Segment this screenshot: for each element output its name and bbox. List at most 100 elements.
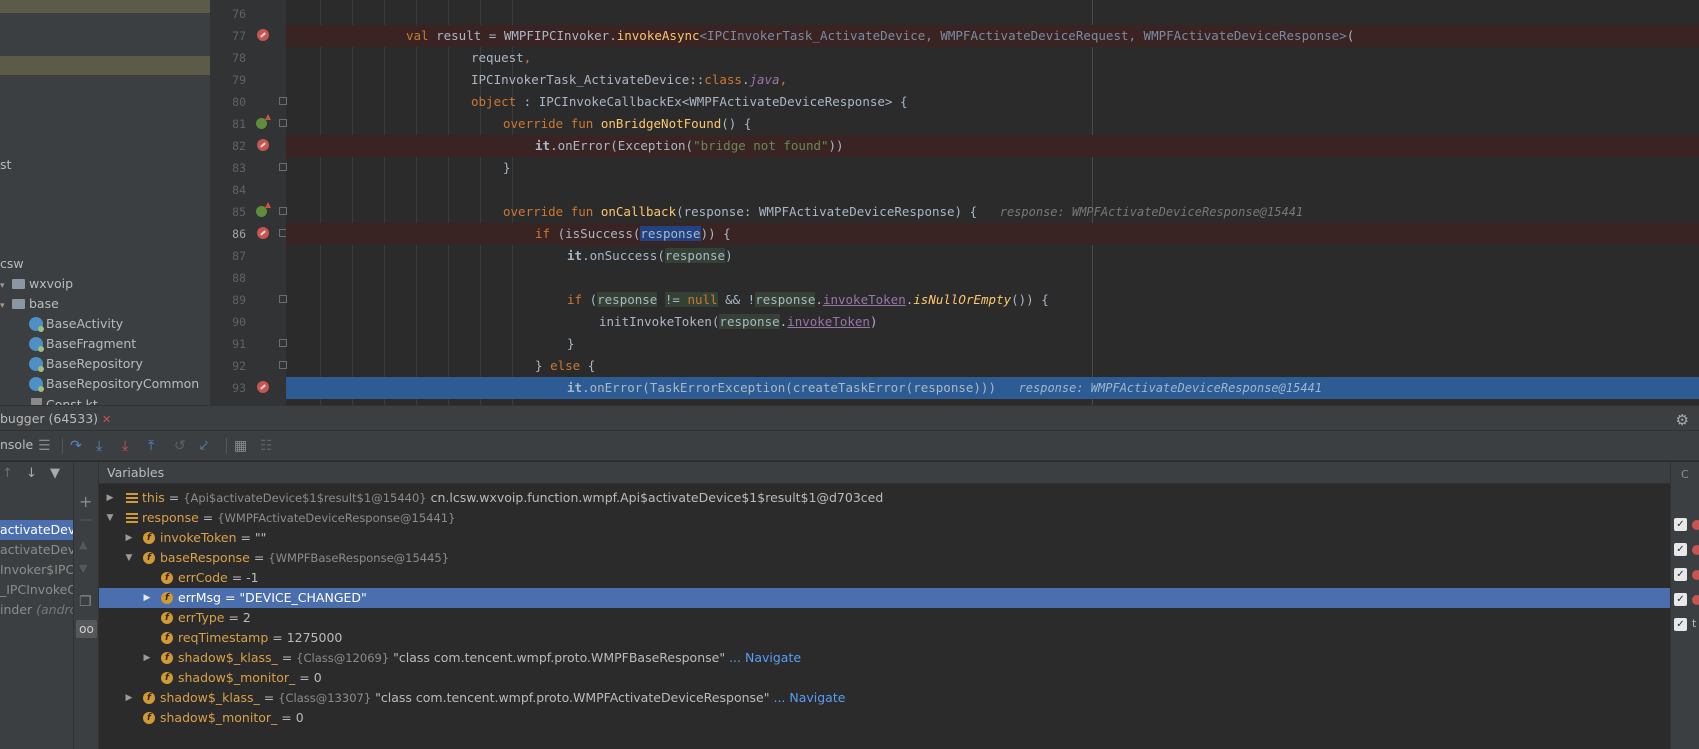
code-line[interactable]: override fun onCallback(response: WMPFAc… <box>286 201 1699 223</box>
code-line[interactable]: IPCInvokerTask_ActivateDevice::class.jav… <box>286 69 1699 91</box>
frame-item[interactable]: Invoker$IPC <box>0 560 73 580</box>
code-line[interactable]: it.onError(Exception("bridge not found")… <box>286 135 1699 157</box>
tree-item[interactable]: BaseFragment <box>29 334 136 354</box>
run-to-cursor-icon[interactable]: ⤦ <box>200 438 208 454</box>
variable-row[interactable]: ▶ f invokeToken = "" <box>99 528 1670 548</box>
chevron-right-icon[interactable]: ▶ <box>124 528 134 548</box>
breakpoint-checkbox[interactable]: ✓ <box>1674 518 1687 531</box>
breakpoint-checkbox[interactable]: ✓ <box>1674 568 1687 581</box>
watch-header: C <box>1681 468 1689 481</box>
navigate-link[interactable]: ... Navigate <box>773 690 845 705</box>
editor-gutter[interactable]: 76 77 78 79 80 81 82 83 84 85 86 87 88 8… <box>220 0 287 405</box>
glasses-icon[interactable]: oo <box>76 620 97 638</box>
breakpoint-checkbox[interactable]: ✓ <box>1674 543 1687 556</box>
tree-item[interactable]: ▾ base <box>0 294 59 314</box>
tree-item[interactable]: BaseActivity <box>29 314 123 334</box>
override-icon[interactable] <box>256 114 271 129</box>
tree-item[interactable]: Const.kt <box>31 395 98 405</box>
variable-row[interactable]: f shadow$_monitor_ = 0 <box>99 708 1670 728</box>
add-watch-icon[interactable]: + <box>79 492 92 511</box>
code-line[interactable]: initInvokeToken(response.invokeToken) <box>286 311 1699 333</box>
kotlin-class-icon <box>29 337 44 352</box>
close-icon[interactable]: ✕ <box>102 413 111 426</box>
arrow-up-icon[interactable]: ↑ <box>2 466 13 481</box>
frame-item[interactable]: inder (andro <box>0 600 73 620</box>
code-line[interactable]: if (isSuccess(response)) { <box>286 223 1699 245</box>
force-step-into-icon[interactable]: ⤓ <box>122 438 128 454</box>
panel-divider[interactable] <box>210 0 220 405</box>
line-number: 81 <box>232 117 246 131</box>
breakpoint-icon <box>1692 520 1699 530</box>
variable-row[interactable]: f errCode = -1 <box>99 568 1670 588</box>
code-line[interactable]: } else { <box>286 355 1699 377</box>
chevron-down-icon[interactable]: ▼ <box>124 548 134 568</box>
tree-item[interactable]: st <box>0 155 11 175</box>
chevron-right-icon[interactable]: ▶ <box>105 488 115 508</box>
drop-frame-icon[interactable]: ↺ <box>174 438 186 454</box>
code-editor[interactable]: 76 77 78 79 80 81 82 83 84 85 86 87 88 8… <box>220 0 1699 405</box>
breakpoint-checkbox[interactable]: ✓ <box>1674 618 1687 631</box>
variable-row[interactable]: f shadow$_monitor_ = 0 <box>99 668 1670 688</box>
show-execution-point-icon[interactable]: ☰ <box>38 438 51 454</box>
chevron-down-icon[interactable]: ▾ <box>0 276 10 296</box>
step-over-icon[interactable]: ↷ <box>70 438 82 454</box>
chevron-down-icon[interactable]: ▼ <box>105 508 115 528</box>
gear-icon[interactable]: ⚙ <box>1676 411 1689 429</box>
move-up-icon[interactable]: ▲ <box>79 538 87 551</box>
tree-item[interactable]: BaseRepository <box>29 354 143 374</box>
tree-item[interactable]: BaseRepositoryCommon <box>29 374 199 394</box>
chevron-right-icon[interactable]: ▶ <box>142 588 152 608</box>
chevron-right-icon[interactable]: ▶ <box>124 688 134 708</box>
code-line[interactable]: } <box>286 333 1699 355</box>
variable-row[interactable]: ▼ f baseResponse = {WMPFBaseResponse@154… <box>99 548 1670 568</box>
breakpoints-strip: C ✓ ✓ ✓ ✓ ✓ t <box>1670 462 1699 749</box>
field-icon: f <box>143 552 155 564</box>
code-line[interactable] <box>286 3 1699 25</box>
move-down-icon[interactable]: ▼ <box>79 562 87 575</box>
code-line[interactable] <box>286 267 1699 289</box>
frame-item[interactable]: _IPCInvokeC <box>0 580 73 600</box>
line-number: 90 <box>232 315 246 329</box>
filter-icon[interactable]: ▼ <box>50 466 60 481</box>
code-line[interactable]: } <box>286 157 1699 179</box>
step-into-icon[interactable]: ⤓ <box>96 438 102 454</box>
duplicate-watch-icon[interactable]: ❐ <box>79 594 92 610</box>
tree-item[interactable]: csw <box>0 254 24 274</box>
code-line[interactable]: object : IPCInvokeCallbackEx<WMPFActivat… <box>286 91 1699 113</box>
code-line[interactable]: it.onSuccess(response) <box>286 245 1699 267</box>
breakpoint-icon[interactable] <box>257 227 269 239</box>
override-icon[interactable] <box>256 202 271 217</box>
remove-watch-icon[interactable]: — <box>79 512 93 528</box>
debug-session-tab[interactable]: bugger (64533) ✕ <box>0 406 111 431</box>
code-line[interactable]: val result = WMPFIPCInvoker.invokeAsync<… <box>286 25 1699 47</box>
variable-row[interactable]: ▶ f errMsg = "DEVICE_CHANGED" <box>99 588 1670 608</box>
chevron-down-icon[interactable]: ▾ <box>0 296 10 316</box>
breakpoint-icon[interactable] <box>257 29 269 41</box>
execution-point-line[interactable]: it.onError(TaskErrorException(createTask… <box>286 377 1699 399</box>
frame-item[interactable]: activateDevic <box>0 540 73 560</box>
evaluate-expression-icon[interactable]: ▦ <box>234 438 247 454</box>
frame-item[interactable]: activateDevic <box>0 520 73 540</box>
step-out-icon[interactable]: ⤒ <box>148 438 154 454</box>
arrow-down-icon[interactable]: ↓ <box>26 466 37 481</box>
code-line[interactable]: override fun onBridgeNotFound() { <box>286 113 1699 135</box>
line-number: 80 <box>232 95 246 109</box>
variable-row[interactable]: ▶ this = {Api$activateDevice$1$result$1@… <box>99 488 1670 508</box>
navigate-link[interactable]: ... Navigate <box>729 650 801 665</box>
variable-row[interactable]: ▼ response = {WMPFActivateDeviceResponse… <box>99 508 1670 528</box>
breakpoint-icon[interactable] <box>257 381 269 393</box>
code-line[interactable]: if (response != null && !response.invoke… <box>286 289 1699 311</box>
breakpoint-checkbox[interactable]: ✓ <box>1674 593 1687 606</box>
trace-icon[interactable]: ☷ <box>260 438 273 454</box>
variable-row[interactable]: f reqTimestamp = 1275000 <box>99 628 1670 648</box>
breakpoint-icon[interactable] <box>257 139 269 151</box>
console-tab[interactable]: nsole <box>0 437 33 452</box>
line-number: 77 <box>232 29 246 43</box>
code-line[interactable] <box>286 179 1699 201</box>
variable-row[interactable]: ▶ f shadow$_klass_ = {Class@13307} "clas… <box>99 688 1670 708</box>
tree-item[interactable]: ▾ wxvoip <box>0 274 73 294</box>
code-line[interactable]: request, <box>286 47 1699 69</box>
variable-row[interactable]: ▶ f shadow$_klass_ = {Class@12069} "clas… <box>99 648 1670 668</box>
variable-row[interactable]: f errType = 2 <box>99 608 1670 628</box>
chevron-right-icon[interactable]: ▶ <box>142 648 152 668</box>
